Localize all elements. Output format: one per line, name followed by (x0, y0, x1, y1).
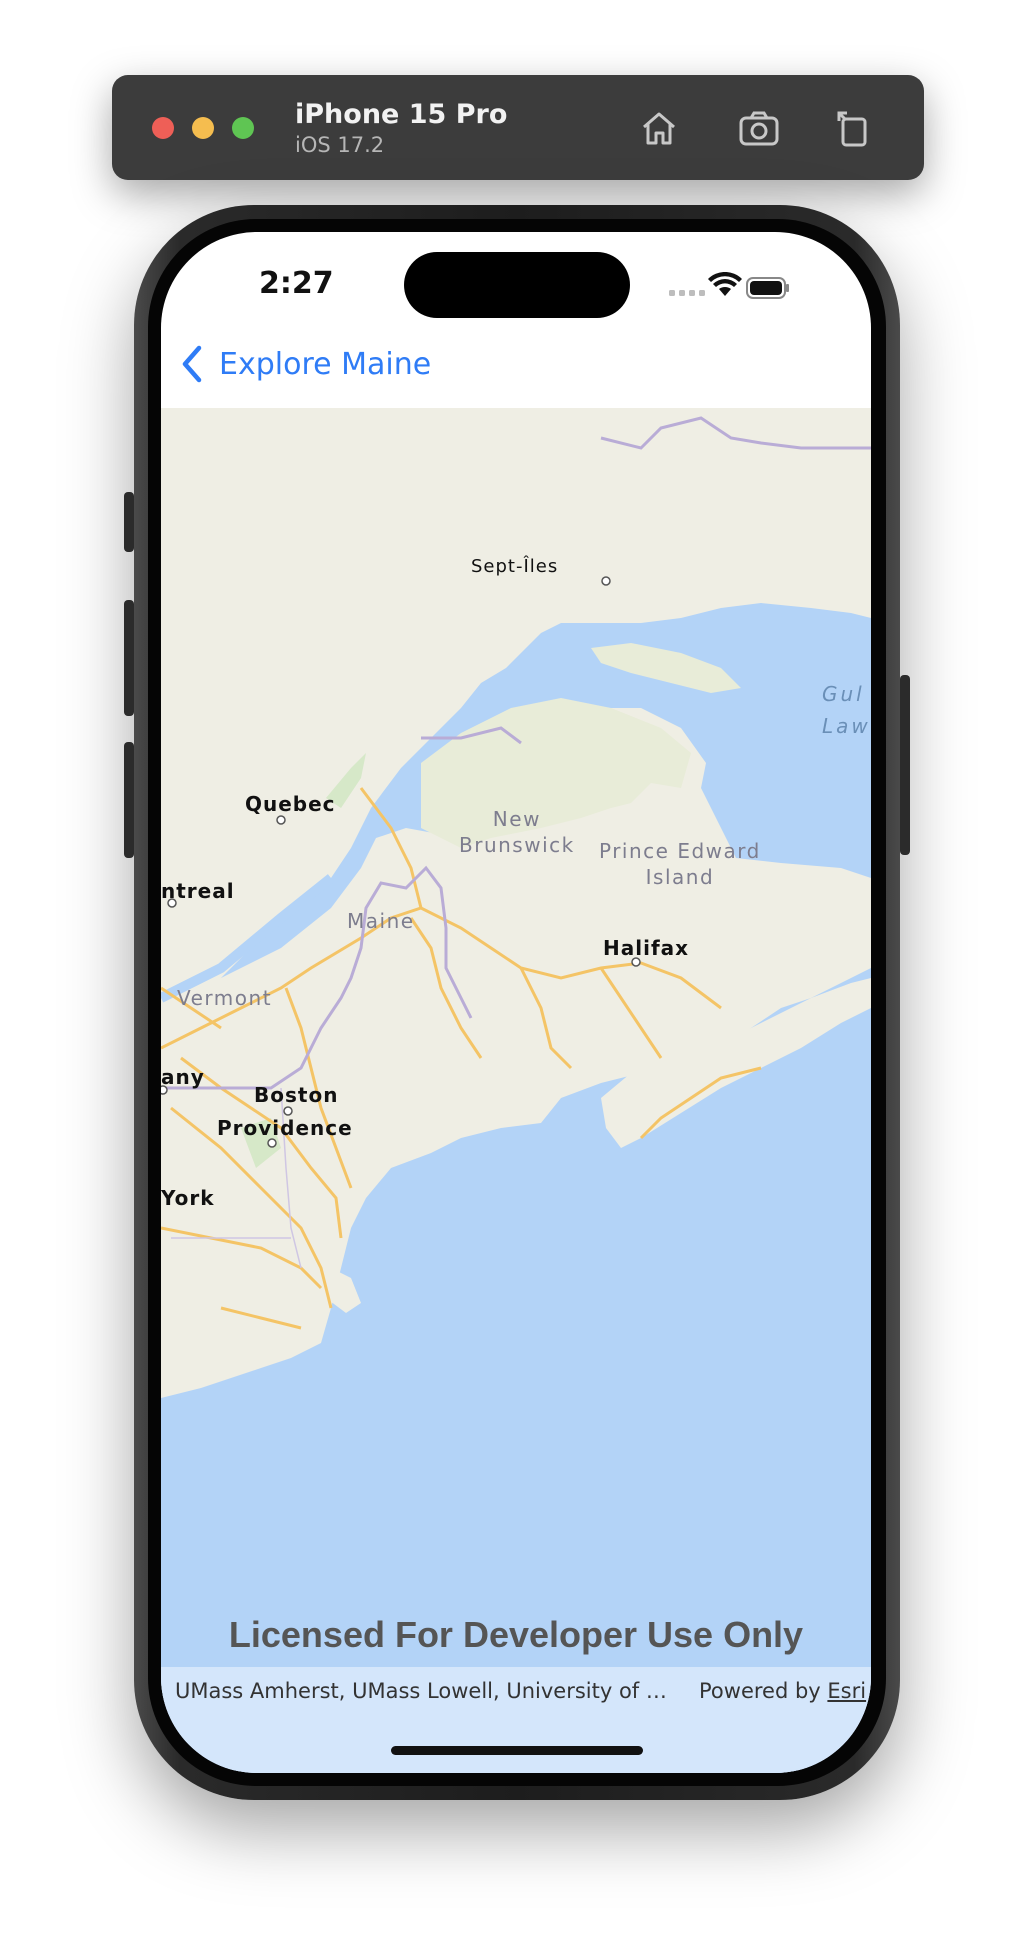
device-name: iPhone 15 Pro (295, 99, 508, 130)
region-label: Maine (347, 909, 415, 933)
volume-up-button[interactable] (124, 600, 134, 716)
screenshot-icon[interactable] (736, 105, 782, 151)
city-label: Boston (254, 1083, 339, 1107)
volume-down-button[interactable] (124, 742, 134, 858)
cellular-signal-icon (669, 290, 705, 296)
status-icons (669, 271, 789, 312)
attribution-bar[interactable]: UMass Amherst, UMass Lowell, University … (161, 1667, 871, 1773)
city-label: ntreal (161, 879, 235, 903)
powered-by-label: Powered by (699, 1679, 821, 1703)
city-label: Sept-Îles (471, 556, 559, 577)
back-button[interactable]: Explore Maine (179, 342, 431, 386)
chevron-left-icon (182, 345, 202, 383)
city-label: York (161, 1186, 215, 1210)
region-label: Prince Edward Island (599, 839, 761, 889)
power-button[interactable] (900, 675, 910, 855)
city-label: Providence (217, 1116, 353, 1140)
region-label: New Brunswick (459, 807, 575, 857)
minimize-window-button[interactable] (192, 117, 214, 139)
city-label: any (161, 1065, 205, 1089)
battery-icon (746, 277, 789, 299)
water-label: Gul Law (822, 682, 871, 738)
map-view[interactable]: Sept-Îles Quebec ntreal Halifax any Bost… (161, 408, 871, 1773)
city-label: Quebec (245, 792, 336, 816)
os-version: iOS 17.2 (295, 133, 385, 157)
dynamic-island (404, 252, 630, 318)
attribution-sources[interactable]: UMass Amherst, UMass Lowell, University … (175, 1679, 680, 1703)
wifi-icon (708, 271, 742, 296)
rotate-icon[interactable] (830, 105, 876, 151)
close-window-button[interactable] (152, 117, 174, 139)
license-watermark: Licensed For Developer Use Only (228, 1614, 804, 1655)
region-label: Vermont (177, 986, 273, 1010)
home-indicator[interactable] (391, 1746, 643, 1755)
action-button[interactable] (124, 492, 134, 552)
phone-screen: 2:27 Explore Maine Sept-Îles Quebec ntre… (161, 232, 871, 1773)
powered-by: Powered by Esri (699, 1679, 866, 1703)
simulator-toolbar: iPhone 15 Pro iOS 17.2 (112, 75, 924, 180)
zoom-window-button[interactable] (232, 117, 254, 139)
esri-link[interactable]: Esri (827, 1679, 866, 1703)
home-icon[interactable] (636, 105, 682, 151)
back-button-label: Explore Maine (219, 346, 432, 382)
status-time: 2:27 (259, 266, 334, 301)
city-label: Halifax (603, 936, 690, 960)
